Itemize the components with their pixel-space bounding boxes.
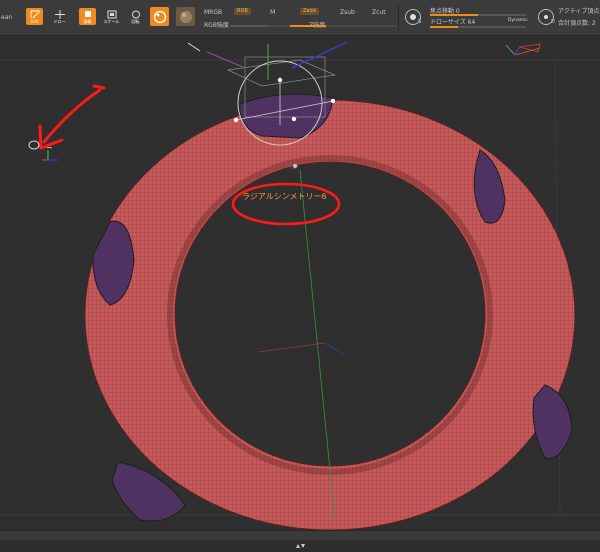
masked-stud[interactable] bbox=[532, 384, 573, 459]
zsub-toggle[interactable]: Zsub bbox=[340, 9, 355, 16]
rgb-toggle[interactable]: RGB bbox=[234, 8, 251, 15]
torus-inner-shade bbox=[167, 155, 493, 475]
cut-off-label: ean bbox=[1, 14, 13, 21]
move-icon bbox=[84, 10, 91, 17]
draw-size-label: ドローサイズ 64 bbox=[430, 19, 476, 26]
3d-viewport[interactable]: ラジアルシンメトリー6 bbox=[0, 36, 600, 539]
toolbar-divider bbox=[398, 4, 399, 31]
top-toolbar: ean Edit ドロー 移動 スケール 回転 MRGB RGB M RGB強度… bbox=[0, 0, 600, 36]
sphere-button[interactable] bbox=[150, 7, 169, 26]
rotate-button[interactable]: 回転 bbox=[127, 8, 144, 25]
rotate-icon bbox=[131, 10, 140, 18]
scale-icon bbox=[107, 10, 116, 18]
zcut-toggle[interactable]: Zcut bbox=[372, 9, 386, 16]
draw-button[interactable]: ドロー bbox=[51, 8, 68, 25]
focal-shift-slider[interactable] bbox=[430, 14, 526, 16]
gizmo-icon[interactable] bbox=[505, 36, 541, 56]
mrgb-label[interactable]: MRGB bbox=[204, 9, 222, 16]
edit-button[interactable]: Edit bbox=[26, 8, 43, 25]
dynamic-toggle[interactable]: Dynamic bbox=[508, 18, 528, 23]
scale-button[interactable]: スケール bbox=[103, 8, 120, 25]
sphere-icon bbox=[153, 10, 166, 23]
z-axis-line bbox=[324, 342, 346, 356]
draw-icon bbox=[54, 9, 65, 19]
edit-icon bbox=[30, 10, 39, 18]
material-icon bbox=[179, 10, 192, 23]
move-button[interactable]: 移動 bbox=[79, 8, 96, 25]
annotation-arrow bbox=[38, 84, 106, 150]
m-label[interactable]: M bbox=[270, 9, 275, 16]
rgb-intensity-label: RGB強度 bbox=[204, 22, 229, 29]
scene-canvas[interactable] bbox=[0, 36, 600, 539]
annotation-circle bbox=[231, 182, 341, 226]
total-points-label: 合計頂点数: 2 bbox=[558, 20, 596, 27]
zadd-toggle[interactable]: Zadd bbox=[300, 8, 319, 15]
expand-tab-icon[interactable] bbox=[294, 533, 306, 548]
radial-symmetry-label: ラジアルシンメトリー6 bbox=[242, 192, 327, 201]
x-axis-line bbox=[257, 342, 326, 353]
z-intensity-slider[interactable] bbox=[266, 25, 396, 27]
material-button[interactable] bbox=[176, 7, 195, 26]
draw-size-slider[interactable] bbox=[430, 26, 526, 28]
active-points-label: アクティブ頂点 bbox=[558, 8, 600, 15]
